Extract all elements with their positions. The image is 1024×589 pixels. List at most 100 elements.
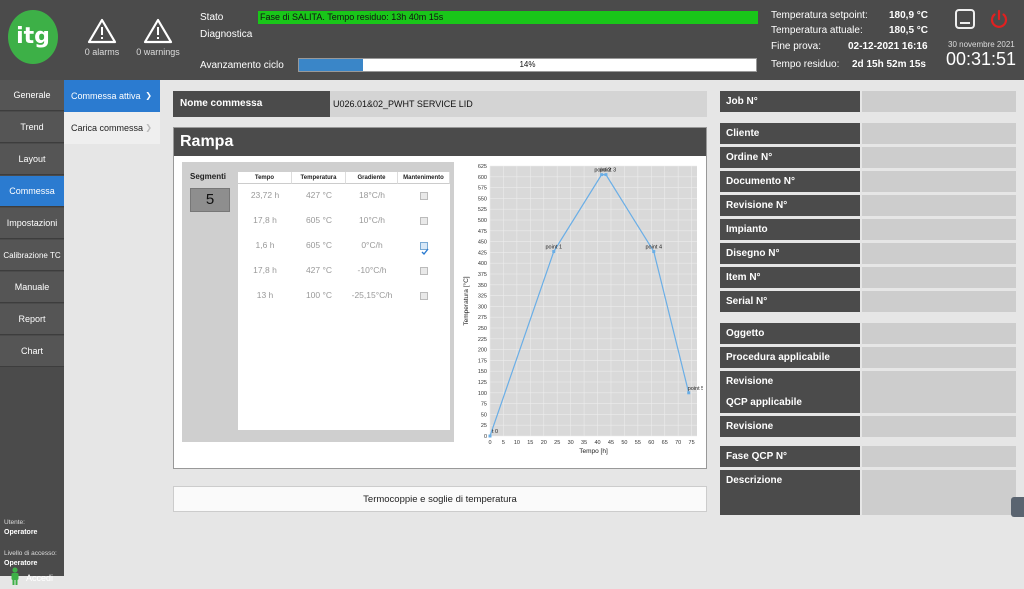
diagnostica-label: Diagnostica — [200, 29, 253, 40]
table-header: Tempo — [238, 172, 292, 184]
user-icon — [11, 567, 19, 585]
sidebar-item-generale[interactable]: Generale — [0, 80, 64, 111]
warning-triangle-icon — [87, 18, 117, 44]
field-value[interactable] — [862, 416, 1016, 437]
date-display: 30 novembre 2021 — [948, 40, 1015, 49]
x-tick-label: 70 — [675, 440, 681, 446]
livello-value: Operatore — [4, 560, 38, 567]
field-row-revisione-n-: Revisione N° — [720, 195, 1016, 216]
y-tick-label: 500 — [478, 218, 487, 224]
field-value[interactable] — [862, 446, 1016, 467]
y-tick-label: 250 — [478, 326, 487, 332]
field-value[interactable] — [862, 243, 1016, 264]
alarms-indicator[interactable]: 0 alarms — [72, 18, 132, 57]
field-value[interactable] — [862, 195, 1016, 216]
x-tick-label: 5 — [502, 440, 505, 446]
tempo-residuo-label: Tempo residuo: — [771, 59, 840, 70]
sidebar-item-report[interactable]: Report — [0, 304, 64, 335]
y-tick-label: 0 — [484, 434, 487, 440]
submenu-label: Carica commessa — [71, 123, 144, 133]
sidebar-item-chart[interactable]: Chart — [0, 336, 64, 367]
table-cell-tempo: 23,72 h — [250, 190, 280, 200]
mantenimento-checkbox[interactable] — [420, 242, 429, 256]
table-cell-tempo: 17,8 h — [253, 265, 277, 275]
segmenti-value[interactable]: 5 — [190, 188, 230, 212]
y-tick-label: 550 — [478, 196, 487, 202]
sidebar: Generale Trend Layout Commessa Impostazioni C… — [0, 80, 64, 585]
table-cell-temperatura: 605 °C — [305, 240, 333, 250]
field-row-descrizione: Descrizione — [720, 470, 1016, 515]
sidebar-item-impostazioni[interactable]: Impostazioni — [0, 208, 64, 239]
submenu-commessa-attiva[interactable]: Commessa attiva ❯ — [64, 80, 160, 112]
accedi-button[interactable]: Accedi — [0, 567, 64, 589]
table-cell-temperatura: 605 °C — [305, 215, 333, 225]
field-value[interactable] — [862, 267, 1016, 288]
field-label: Cliente — [720, 123, 860, 144]
field-label: Fase QCP N° — [720, 446, 860, 467]
field-value[interactable] — [862, 347, 1016, 368]
field-value[interactable] — [862, 91, 1016, 112]
field-row-ordine-n-: Ordine N° — [720, 147, 1016, 168]
minimize-button[interactable] — [955, 9, 975, 29]
stato-value: Fase di SALITA. Tempo residuo: 13h 40m 1… — [258, 11, 758, 24]
mantenimento-checkbox[interactable] — [420, 192, 428, 200]
mantenimento-checkbox[interactable] — [420, 217, 428, 225]
y-tick-label: 125 — [478, 380, 487, 386]
data-point-label: point 4 — [646, 245, 663, 251]
field-value[interactable] — [862, 291, 1016, 312]
sidebar-item-manuale[interactable]: Manuale — [0, 272, 64, 303]
nome-commessa-row: Nome commessa U026.01&02_PWHT SERVICE LI… — [173, 91, 707, 117]
field-row-revisione: Revisione — [720, 371, 1016, 392]
setpoint-value: 180,9 °C — [889, 10, 929, 21]
mantenimento-checkbox[interactable] — [420, 267, 428, 275]
stato-label: Stato — [200, 12, 224, 23]
field-label: Serial N° — [720, 291, 860, 312]
y-tick-label: 200 — [478, 348, 487, 354]
data-point-label: point 3 — [600, 168, 617, 174]
field-label: Documento N° — [720, 171, 860, 192]
y-tick-label: 450 — [478, 240, 487, 246]
side-handle[interactable] — [1011, 497, 1024, 517]
field-row-job-n-: Job N° — [720, 91, 1016, 112]
table-cell-gradiente: 18°C/h — [358, 190, 386, 200]
field-value[interactable] — [862, 470, 1016, 515]
fine-prova-value: 02-12-2021 16:16 — [848, 41, 928, 52]
sidebar-item-calibrazione-tc[interactable]: Calibrazione TC — [0, 240, 64, 271]
nome-commessa-label: Nome commessa — [173, 91, 330, 117]
x-tick-label: 35 — [581, 440, 587, 446]
sidebar-item-trend[interactable]: Trend — [0, 112, 64, 143]
livello-label: Livello di accesso: — [4, 550, 57, 557]
utente-label: Utente: — [4, 519, 25, 526]
y-tick-label: 100 — [478, 391, 487, 397]
submenu-carica-commessa[interactable]: Carica commessa ❯ — [64, 112, 160, 144]
y-tick-label: 475 — [478, 229, 487, 235]
x-tick-label: 65 — [662, 440, 668, 446]
field-value[interactable] — [862, 323, 1016, 344]
sidebar-item-commessa[interactable]: Commessa — [0, 176, 64, 207]
warnings-indicator[interactable]: 0 warnings — [128, 18, 188, 57]
x-tick-label: 40 — [594, 440, 600, 446]
data-point-label: point 5 — [688, 386, 703, 392]
field-label: Revisione — [720, 371, 860, 392]
setpoint-label: Temperatura setpoint: — [771, 10, 868, 21]
field-row-documento-n-: Documento N° — [720, 171, 1016, 192]
alarms-count: 0 alarms — [84, 47, 120, 57]
field-value[interactable] — [862, 219, 1016, 240]
field-value[interactable] — [862, 147, 1016, 168]
field-value[interactable] — [862, 371, 1016, 392]
sidebar-item-layout[interactable]: Layout — [0, 144, 64, 175]
table-header: Temperatura — [292, 172, 346, 184]
y-axis-label: Temperatura [°C] — [462, 276, 470, 325]
mantenimento-checkbox[interactable] — [420, 292, 428, 300]
field-value[interactable] — [862, 123, 1016, 144]
termocoppie-button[interactable]: Termocoppie e soglie di temperatura — [173, 486, 707, 512]
field-value[interactable] — [862, 171, 1016, 192]
warning-triangle-icon — [143, 18, 173, 44]
x-tick-label: 15 — [527, 440, 533, 446]
power-icon[interactable] — [988, 8, 1010, 30]
warnings-count: 0 warnings — [136, 47, 180, 57]
field-row-serial-n-: Serial N° — [720, 291, 1016, 312]
accedi-label: Accedi — [26, 573, 54, 583]
field-value[interactable] — [862, 392, 1016, 413]
field-row-fase-qcp-n-: Fase QCP N° — [720, 446, 1016, 467]
